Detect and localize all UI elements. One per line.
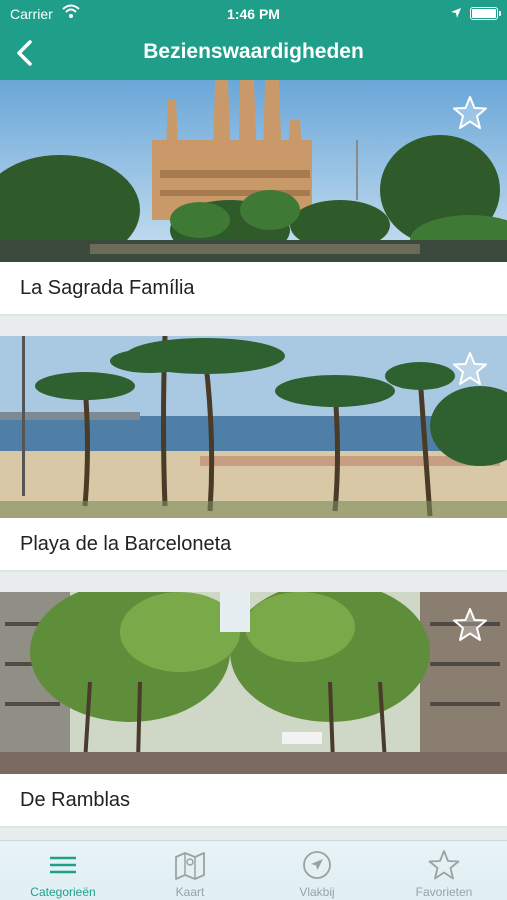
clock: 1:46 PM: [227, 6, 280, 22]
list-item[interactable]: De Ramblas: [0, 592, 507, 826]
tab-bar: Categorieën Kaart Vlakbij Favorieten: [0, 840, 507, 900]
sight-photo: [0, 336, 507, 518]
favorite-star-icon[interactable]: [451, 350, 489, 388]
navigation-icon: [303, 851, 331, 879]
list-item[interactable]: La Sagrada Família: [0, 80, 507, 314]
list-item[interactable]: Playa de la Barceloneta: [0, 336, 507, 570]
star-icon: [428, 850, 460, 880]
tab-label: Kaart: [175, 885, 205, 899]
tab-favorites[interactable]: Favorieten: [381, 841, 507, 900]
tab-categories[interactable]: Categorieën: [0, 841, 126, 900]
tab-label: Categorieën: [30, 885, 96, 899]
sights-list[interactable]: La Sagrada Família Playa de la Barcelone…: [0, 80, 507, 840]
sight-name: La Sagrada Família: [20, 277, 195, 299]
favorite-star-icon[interactable]: [451, 94, 489, 132]
tab-label: Vlakbij: [299, 885, 335, 899]
sight-photo: [0, 80, 507, 262]
battery-icon: [470, 7, 501, 20]
sight-name: De Ramblas: [20, 789, 131, 811]
tab-label: Favorieten: [415, 885, 473, 899]
location-arrow-icon: [450, 6, 462, 22]
tab-map[interactable]: Kaart: [127, 841, 253, 900]
header: Carrier 1:46 PM Bezienswaardigheden: [0, 0, 507, 80]
tab-nearby[interactable]: Vlakbij: [254, 841, 380, 900]
sight-photo: [0, 592, 507, 774]
status-bar: Carrier 1:46 PM: [0, 0, 507, 28]
menu-icon: [50, 856, 76, 874]
page-title: Bezienswaardigheden: [143, 40, 364, 63]
favorite-star-icon[interactable]: [451, 606, 489, 644]
map-icon: [175, 852, 205, 880]
sight-name: Playa de la Barceloneta: [20, 533, 232, 555]
